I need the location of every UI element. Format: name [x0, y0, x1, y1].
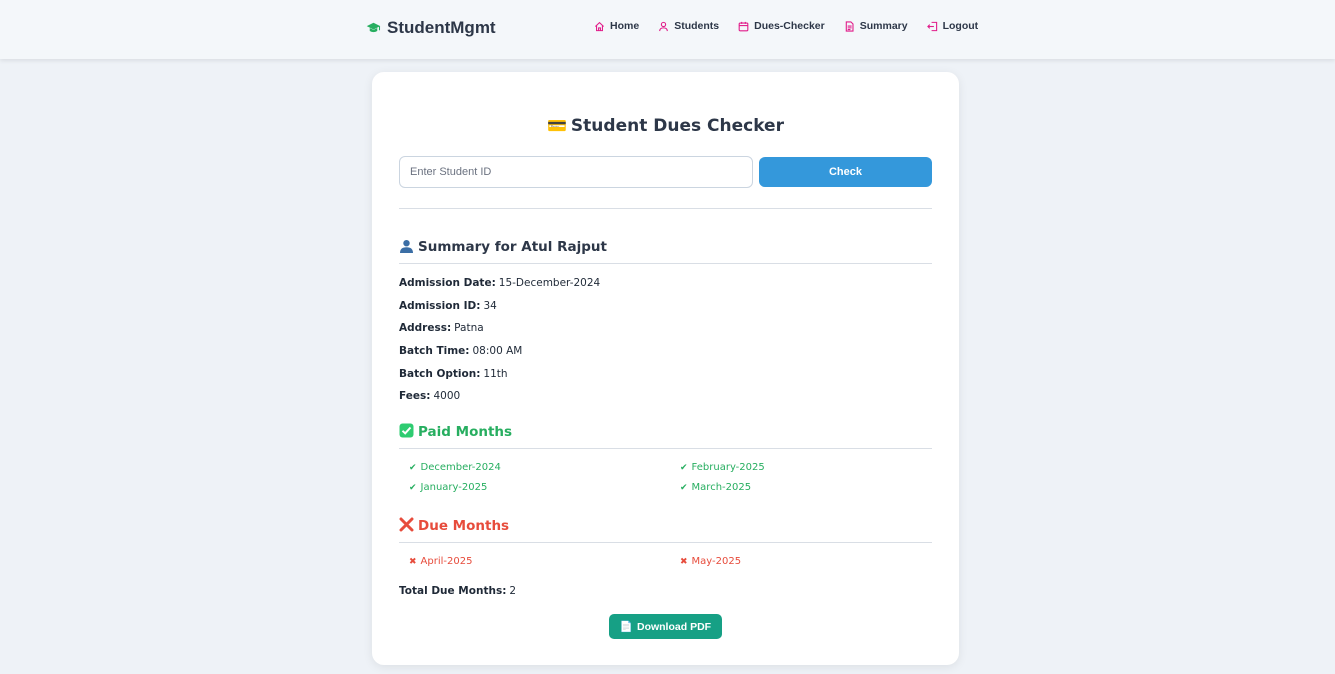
- info-label: Batch Option:: [399, 368, 481, 380]
- page-title: 💳 Student Dues Checker: [372, 116, 959, 136]
- due-month-label: April-2025: [420, 556, 473, 567]
- document-icon: 📄: [619, 621, 633, 633]
- person-icon: [399, 239, 414, 257]
- due-month-item: ✖ May-2025: [680, 556, 741, 567]
- due-month-label: May-2025: [691, 556, 742, 567]
- user-icon: [658, 21, 669, 32]
- info-batch-option: Batch Option: 11th: [399, 368, 508, 380]
- total-value: 2: [509, 585, 517, 597]
- info-label: Fees:: [399, 390, 431, 402]
- nav-students-label: Students: [674, 20, 720, 32]
- due-months-heading: Due Months: [399, 517, 932, 543]
- check-icon: ✔: [680, 463, 688, 473]
- paid-month-item: ✔ February-2025: [680, 462, 765, 473]
- download-pdf-label: Download PDF: [636, 620, 712, 633]
- paid-month-item: ✔ March-2025: [680, 482, 751, 493]
- paid-months-heading: Paid Months: [399, 423, 932, 449]
- graduation-cap-icon: [366, 22, 381, 34]
- nav-logout[interactable]: Logout: [926, 20, 979, 32]
- credit-card-icon: 💳: [547, 116, 567, 135]
- brand-name: StudentMgmt: [387, 18, 496, 37]
- paid-month-label: January-2025: [420, 482, 488, 493]
- total-due-months: Total Due Months: 2: [399, 585, 516, 597]
- logout-icon: [926, 21, 938, 32]
- info-value: 34: [483, 300, 497, 312]
- info-value: 08:00 AM: [472, 345, 523, 357]
- info-value: 4000: [433, 390, 461, 402]
- summary-heading-text: Summary for Atul Rajput: [418, 239, 607, 255]
- info-label: Admission ID:: [399, 300, 481, 312]
- due-months-heading-text: Due Months: [418, 518, 510, 534]
- document-icon: [844, 20, 855, 32]
- check-icon: ✔: [409, 463, 417, 473]
- info-admission-date: Admission Date: 15-December-2024: [399, 277, 600, 289]
- navbar: StudentMgmt Home Students Dues-Checker S…: [0, 0, 1335, 59]
- home-icon: [594, 21, 605, 32]
- nav-summary-label: Summary: [859, 20, 908, 32]
- summary-heading: Summary for Atul Rajput: [399, 239, 932, 264]
- info-label: Batch Time:: [399, 345, 470, 357]
- x-mark-icon: ✖: [680, 557, 688, 567]
- info-fees: Fees: 4000: [399, 390, 460, 402]
- check-box-icon: [399, 423, 414, 442]
- nav-dues-checker-label: Dues-Checker: [754, 20, 825, 32]
- nav-summary[interactable]: Summary: [844, 20, 908, 32]
- nav-dues-checker[interactable]: Dues-Checker: [738, 20, 825, 32]
- nav-students[interactable]: Students: [658, 20, 719, 32]
- paid-month-label: December-2024: [420, 462, 501, 473]
- nav-logout-label: Logout: [942, 20, 979, 32]
- paid-months-heading-text: Paid Months: [418, 424, 513, 440]
- check-icon: ✔: [409, 483, 417, 493]
- paid-month-label: March-2025: [691, 482, 752, 493]
- due-month-item: ✖ April-2025: [409, 556, 472, 567]
- x-mark-icon: ✖: [409, 557, 417, 567]
- page-title-text: Student Dues Checker: [570, 116, 784, 136]
- brand[interactable]: StudentMgmt: [366, 18, 496, 38]
- paid-month-label: February-2025: [691, 462, 765, 473]
- info-value: 11th: [483, 368, 508, 380]
- info-address: Address: Patna: [399, 322, 484, 334]
- total-label: Total Due Months:: [399, 585, 507, 597]
- nav-home[interactable]: Home: [594, 20, 639, 32]
- paid-month-item: ✔ December-2024: [409, 462, 501, 473]
- info-value: 15-December-2024: [498, 277, 601, 289]
- nav-home-label: Home: [610, 20, 640, 32]
- info-label: Admission Date:: [399, 277, 496, 289]
- dues-checker-card: 💳Student Dues Checker Check Summary for …: [372, 72, 959, 665]
- info-label: Address:: [399, 322, 452, 334]
- cross-icon: [399, 517, 414, 536]
- info-value: Patna: [454, 322, 484, 334]
- info-admission-id: Admission ID: 34: [399, 300, 497, 312]
- divider: [399, 208, 932, 209]
- download-pdf-button[interactable]: 📄 Download PDF: [609, 614, 722, 639]
- calendar-icon: [738, 21, 749, 32]
- nav-links: Home Students Dues-Checker Summary Logou…: [594, 20, 997, 32]
- paid-month-item: ✔ January-2025: [409, 482, 487, 493]
- student-id-input[interactable]: [399, 156, 753, 188]
- info-batch-time: Batch Time: 08:00 AM: [399, 345, 522, 357]
- check-icon: ✔: [680, 483, 688, 493]
- check-button[interactable]: Check: [759, 157, 932, 187]
